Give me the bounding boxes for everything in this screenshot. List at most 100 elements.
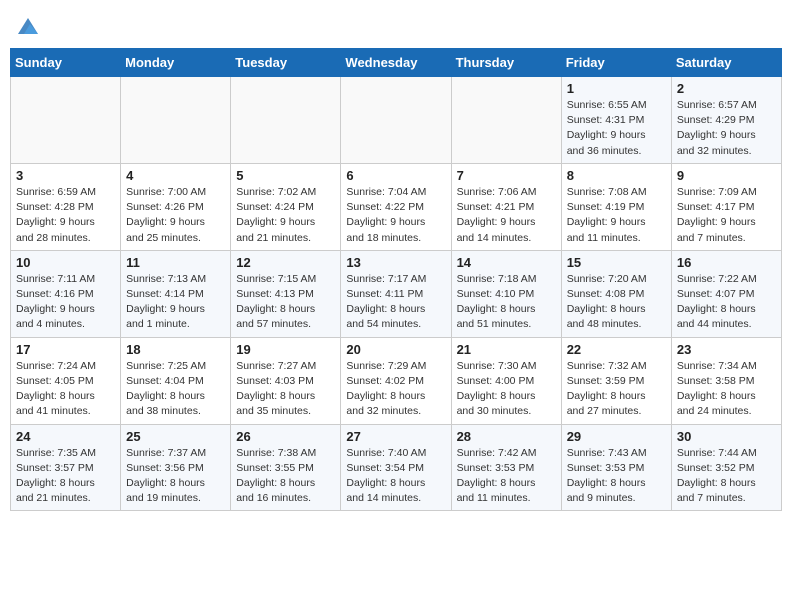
day-number: 18 xyxy=(126,342,225,357)
day-detail: Sunrise: 7:30 AM Sunset: 4:00 PM Dayligh… xyxy=(457,359,556,420)
day-cell: 17Sunrise: 7:24 AM Sunset: 4:05 PM Dayli… xyxy=(11,337,121,424)
day-number: 16 xyxy=(677,255,776,270)
day-detail: Sunrise: 7:29 AM Sunset: 4:02 PM Dayligh… xyxy=(346,359,445,420)
day-detail: Sunrise: 7:15 AM Sunset: 4:13 PM Dayligh… xyxy=(236,272,335,333)
day-number: 17 xyxy=(16,342,115,357)
logo xyxy=(14,14,40,38)
day-number: 26 xyxy=(236,429,335,444)
day-cell: 28 Sunrise: 7:42 AM Sunset: 3:53 PM Dayli… xyxy=(451,424,561,511)
day-number: 15 xyxy=(567,255,666,270)
day-number: 8 xyxy=(567,168,666,183)
day-number: 22 xyxy=(567,342,666,357)
day-cell: 21 Sunrise: 7:30 AM Sunset: 4:00 PM Dayli… xyxy=(451,337,561,424)
day-number: 29 xyxy=(567,429,666,444)
day-cell: 2Sunrise: 6:57 AM Sunset: 4:29 PM Daylig… xyxy=(671,77,781,164)
day-cell: 6 Sunrise: 7:04 AM Sunset: 4:22 PM Daylig… xyxy=(341,163,451,250)
day-cell: 13 Sunrise: 7:17 AM Sunset: 4:11 PM Dayli… xyxy=(341,250,451,337)
day-number: 4 xyxy=(126,168,225,183)
logo-icon xyxy=(16,14,40,38)
weekday-header-tuesday: Tuesday xyxy=(231,49,341,77)
day-detail: Sunrise: 7:43 AM Sunset: 3:53 PM Dayligh… xyxy=(567,446,666,507)
day-detail: Sunrise: 7:38 AM Sunset: 3:55 PM Dayligh… xyxy=(236,446,335,507)
day-detail: Sunrise: 7:09 AM Sunset: 4:17 PM Dayligh… xyxy=(677,185,776,246)
day-number: 10 xyxy=(16,255,115,270)
day-detail: Sunrise: 7:35 AM Sunset: 3:57 PM Dayligh… xyxy=(16,446,115,507)
weekday-header-thursday: Thursday xyxy=(451,49,561,77)
day-cell xyxy=(11,77,121,164)
day-number: 12 xyxy=(236,255,335,270)
day-number: 5 xyxy=(236,168,335,183)
week-row-1: 1 Sunrise: 6:55 AM Sunset: 4:31 PM Daylig… xyxy=(11,77,782,164)
day-cell: 15 Sunrise: 7:20 AM Sunset: 4:08 PM Dayli… xyxy=(561,250,671,337)
day-number: 21 xyxy=(457,342,556,357)
day-detail: Sunrise: 7:18 AM Sunset: 4:10 PM Dayligh… xyxy=(457,272,556,333)
day-cell: 9 Sunrise: 7:09 AM Sunset: 4:17 PM Daylig… xyxy=(671,163,781,250)
day-cell: 5Sunrise: 7:02 AM Sunset: 4:24 PM Daylig… xyxy=(231,163,341,250)
day-detail: Sunrise: 7:04 AM Sunset: 4:22 PM Dayligh… xyxy=(346,185,445,246)
day-detail: Sunrise: 7:20 AM Sunset: 4:08 PM Dayligh… xyxy=(567,272,666,333)
day-detail: Sunrise: 7:13 AM Sunset: 4:14 PM Dayligh… xyxy=(126,272,225,333)
day-number: 24 xyxy=(16,429,115,444)
weekday-header-sunday: Sunday xyxy=(11,49,121,77)
day-cell: 23 Sunrise: 7:34 AM Sunset: 3:58 PM Dayli… xyxy=(671,337,781,424)
day-detail: Sunrise: 7:34 AM Sunset: 3:58 PM Dayligh… xyxy=(677,359,776,420)
day-cell: 24 Sunrise: 7:35 AM Sunset: 3:57 PM Dayli… xyxy=(11,424,121,511)
week-row-3: 10 Sunrise: 7:11 AM Sunset: 4:16 PM Dayli… xyxy=(11,250,782,337)
day-cell: 8 Sunrise: 7:08 AM Sunset: 4:19 PM Daylig… xyxy=(561,163,671,250)
day-number: 28 xyxy=(457,429,556,444)
day-detail: Sunrise: 7:08 AM Sunset: 4:19 PM Dayligh… xyxy=(567,185,666,246)
day-cell xyxy=(231,77,341,164)
day-detail: Sunrise: 7:32 AM Sunset: 3:59 PM Dayligh… xyxy=(567,359,666,420)
day-number: 3 xyxy=(16,168,115,183)
day-cell: 19Sunrise: 7:27 AM Sunset: 4:03 PM Dayli… xyxy=(231,337,341,424)
week-row-4: 17Sunrise: 7:24 AM Sunset: 4:05 PM Dayli… xyxy=(11,337,782,424)
day-detail: Sunrise: 7:11 AM Sunset: 4:16 PM Dayligh… xyxy=(16,272,115,333)
day-number: 6 xyxy=(346,168,445,183)
day-number: 20 xyxy=(346,342,445,357)
day-cell xyxy=(121,77,231,164)
day-cell: 1 Sunrise: 6:55 AM Sunset: 4:31 PM Daylig… xyxy=(561,77,671,164)
day-detail: Sunrise: 7:00 AM Sunset: 4:26 PM Dayligh… xyxy=(126,185,225,246)
day-cell: 18 Sunrise: 7:25 AM Sunset: 4:04 PM Dayli… xyxy=(121,337,231,424)
day-detail: Sunrise: 7:27 AM Sunset: 4:03 PM Dayligh… xyxy=(236,359,335,420)
day-cell: 16Sunrise: 7:22 AM Sunset: 4:07 PM Dayli… xyxy=(671,250,781,337)
day-detail: Sunrise: 7:17 AM Sunset: 4:11 PM Dayligh… xyxy=(346,272,445,333)
day-detail: Sunrise: 6:57 AM Sunset: 4:29 PM Dayligh… xyxy=(677,98,776,159)
day-cell: 26 Sunrise: 7:38 AM Sunset: 3:55 PM Dayli… xyxy=(231,424,341,511)
day-cell: 20 Sunrise: 7:29 AM Sunset: 4:02 PM Dayli… xyxy=(341,337,451,424)
weekday-header-wednesday: Wednesday xyxy=(341,49,451,77)
day-cell: 14 Sunrise: 7:18 AM Sunset: 4:10 PM Dayli… xyxy=(451,250,561,337)
day-number: 27 xyxy=(346,429,445,444)
day-detail: Sunrise: 7:44 AM Sunset: 3:52 PM Dayligh… xyxy=(677,446,776,507)
week-row-2: 3 Sunrise: 6:59 AM Sunset: 4:28 PM Daylig… xyxy=(11,163,782,250)
day-cell xyxy=(451,77,561,164)
day-number: 23 xyxy=(677,342,776,357)
day-cell: 7Sunrise: 7:06 AM Sunset: 4:21 PM Daylig… xyxy=(451,163,561,250)
day-cell: 4 Sunrise: 7:00 AM Sunset: 4:26 PM Daylig… xyxy=(121,163,231,250)
day-detail: Sunrise: 6:59 AM Sunset: 4:28 PM Dayligh… xyxy=(16,185,115,246)
day-cell: 10 Sunrise: 7:11 AM Sunset: 4:16 PM Dayli… xyxy=(11,250,121,337)
day-number: 9 xyxy=(677,168,776,183)
calendar: SundayMondayTuesdayWednesdayThursdayFrid… xyxy=(10,48,782,511)
day-detail: Sunrise: 7:42 AM Sunset: 3:53 PM Dayligh… xyxy=(457,446,556,507)
day-cell: 29 Sunrise: 7:43 AM Sunset: 3:53 PM Dayli… xyxy=(561,424,671,511)
day-cell xyxy=(341,77,451,164)
day-number: 14 xyxy=(457,255,556,270)
day-cell: 25 Sunrise: 7:37 AM Sunset: 3:56 PM Dayli… xyxy=(121,424,231,511)
day-cell: 27Sunrise: 7:40 AM Sunset: 3:54 PM Dayli… xyxy=(341,424,451,511)
day-number: 25 xyxy=(126,429,225,444)
header xyxy=(10,10,782,42)
day-number: 1 xyxy=(567,81,666,96)
week-row-5: 24 Sunrise: 7:35 AM Sunset: 3:57 PM Dayli… xyxy=(11,424,782,511)
day-cell: 22 Sunrise: 7:32 AM Sunset: 3:59 PM Dayli… xyxy=(561,337,671,424)
day-number: 11 xyxy=(126,255,225,270)
weekday-header-monday: Monday xyxy=(121,49,231,77)
weekday-header-friday: Friday xyxy=(561,49,671,77)
day-cell: 3 Sunrise: 6:59 AM Sunset: 4:28 PM Daylig… xyxy=(11,163,121,250)
day-detail: Sunrise: 6:55 AM Sunset: 4:31 PM Dayligh… xyxy=(567,98,666,159)
day-detail: Sunrise: 7:06 AM Sunset: 4:21 PM Dayligh… xyxy=(457,185,556,246)
day-number: 13 xyxy=(346,255,445,270)
weekday-header-row: SundayMondayTuesdayWednesdayThursdayFrid… xyxy=(11,49,782,77)
day-detail: Sunrise: 7:37 AM Sunset: 3:56 PM Dayligh… xyxy=(126,446,225,507)
day-detail: Sunrise: 7:25 AM Sunset: 4:04 PM Dayligh… xyxy=(126,359,225,420)
